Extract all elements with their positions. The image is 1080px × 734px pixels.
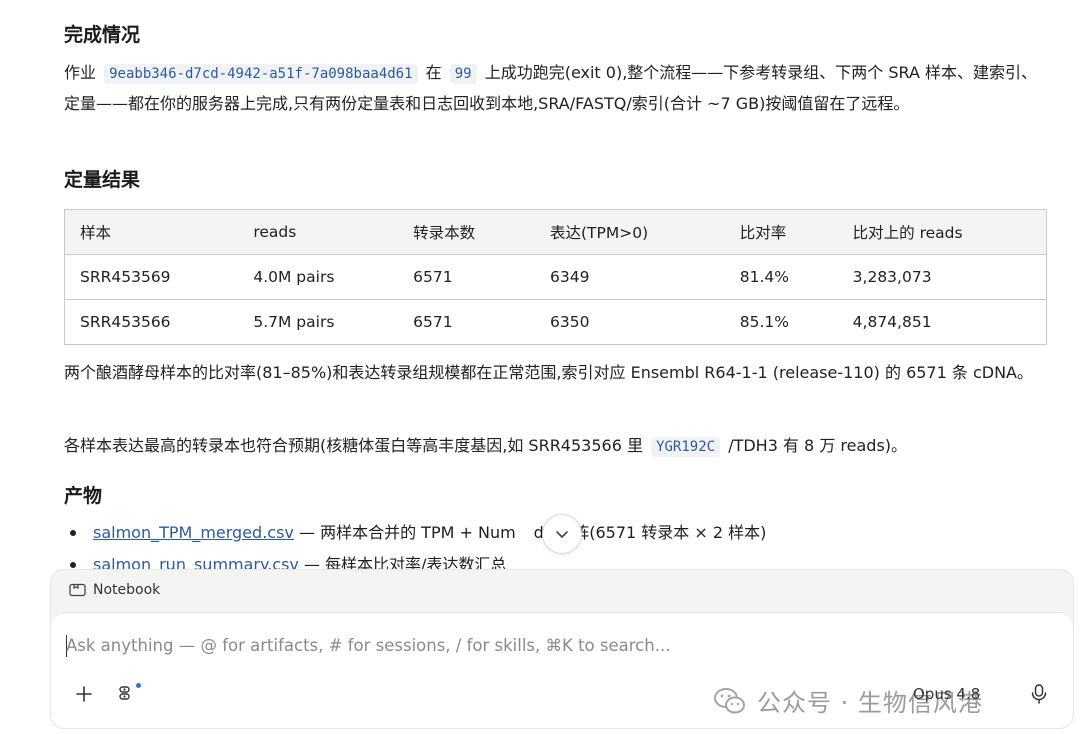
wechat-icon bbox=[714, 687, 745, 713]
tools-button[interactable] bbox=[117, 683, 141, 705]
table-cell: 4.0M pairs bbox=[238, 254, 399, 300]
section-title-completion: 完成情况 bbox=[64, 24, 141, 46]
table-header: reads bbox=[238, 209, 399, 255]
table-cell: 5.7M pairs bbox=[238, 299, 399, 345]
table-header: 转录本数 bbox=[398, 209, 535, 255]
table-row: SRR453566 5.7M pairs 6571 6350 85.1% 4,8… bbox=[64, 299, 1047, 345]
summary-paragraph: 两个酿酒酵母样本的比对率(81–85%)和表达转录组规模都在正常范围,索引对应 … bbox=[64, 363, 1033, 382]
table-cell-rate: 85.1% bbox=[724, 299, 838, 345]
input-area: 公众号 · 生物信风港 Opus 4.8 bbox=[51, 612, 1073, 728]
section-title-products: 产物 bbox=[64, 485, 103, 507]
model-selector[interactable]: Opus 4.8 bbox=[913, 685, 980, 703]
table-cell: 6571 bbox=[398, 299, 535, 345]
notification-dot bbox=[136, 683, 141, 688]
mic-icon bbox=[1031, 684, 1047, 704]
table-cell-sample: SRR453566 bbox=[64, 299, 239, 345]
composer: Notebook Ask anything — @ for artifacts,… bbox=[50, 569, 1074, 729]
table-header: 样本 bbox=[64, 209, 239, 255]
table-header: 比对率 bbox=[724, 209, 838, 255]
notebook-icon bbox=[69, 583, 86, 597]
table-cell: 6349 bbox=[534, 254, 725, 300]
scroll-down-button[interactable] bbox=[542, 514, 582, 554]
completion-paragraph: 作业 9eabb346-d7cd-4942-a51f-7a098baa4d61 … bbox=[64, 63, 1038, 113]
table-header-row: 样本 reads 转录本数 表达(TPM>0) 比对率 比对上的 reads bbox=[64, 209, 1047, 255]
notebook-selector[interactable]: Notebook bbox=[69, 582, 160, 598]
tools-icon bbox=[119, 686, 130, 700]
mic-button[interactable] bbox=[1029, 683, 1051, 707]
table-cell-rate: 81.4% bbox=[724, 254, 838, 300]
top-transcript-paragraph: 各样本表达最高的转录本也符合预期(核糖体蛋白等高丰度基因,如 SRR453566… bbox=[64, 436, 908, 457]
chevron-down-icon bbox=[556, 531, 568, 538]
server-id-code: 99 bbox=[449, 64, 477, 84]
job-id-code: 9eabb346-d7cd-4942-a51f-7a098baa4d61 bbox=[104, 64, 418, 84]
table-header: 表达(TPM>0) bbox=[534, 209, 725, 255]
list-item: salmon_TPM_merged.csv — 两样本合并的 TPM + Num… bbox=[64, 518, 766, 550]
file-link[interactable]: salmon_TPM_merged.csv bbox=[93, 523, 294, 542]
table-cell: 4,874,851 bbox=[837, 299, 1047, 345]
table-cell-sample: SRR453569 bbox=[64, 254, 239, 300]
table-cell: 3,283,073 bbox=[837, 254, 1047, 300]
notebook-label: Notebook bbox=[93, 582, 161, 598]
quant-table: 样本 reads 转录本数 表达(TPM>0) 比对率 比对上的 reads S… bbox=[64, 209, 1047, 345]
add-button[interactable] bbox=[73, 683, 95, 705]
gene-id-code: YGR192C bbox=[651, 437, 721, 457]
chat-input[interactable] bbox=[66, 631, 966, 659]
table-cell: 6571 bbox=[398, 254, 535, 300]
table-row: SRR453569 4.0M pairs 6571 6349 81.4% 3,2… bbox=[64, 254, 1047, 300]
section-title-quant: 定量结果 bbox=[64, 169, 141, 191]
table-cell: 6350 bbox=[534, 299, 725, 345]
plus-icon bbox=[76, 686, 92, 702]
table-header: 比对上的 reads bbox=[837, 209, 1047, 255]
